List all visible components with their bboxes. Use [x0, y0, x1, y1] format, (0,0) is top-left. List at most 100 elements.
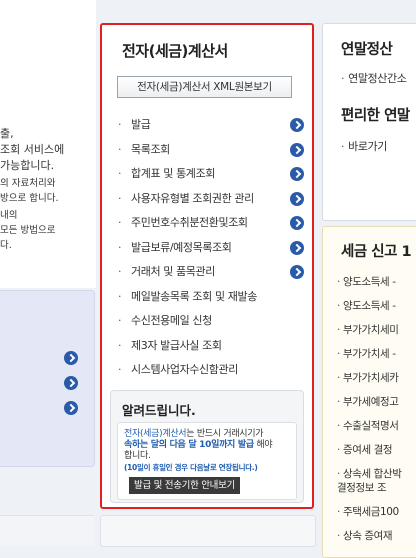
tax-report-item-label: 상속세 합산박 결정정보 조: [337, 468, 402, 494]
menu-item-receive-only-mail[interactable]: · 수신전용메일 신청: [116, 313, 306, 338]
menu-item-label: 제3자 발급사실 조회: [131, 338, 222, 352]
shortcut-link[interactable]: · 바로가기: [341, 138, 387, 154]
notice-text-highlight: 전자(세금)계산서: [124, 429, 187, 439]
tax-report-item[interactable]: · 주택세금100: [337, 505, 416, 529]
arrow-right-icon[interactable]: [290, 240, 304, 255]
menu-item-label: 주민번호수취분전환및조회: [131, 216, 248, 229]
bullet-icon: ·: [337, 396, 340, 408]
bullet-icon: ·: [118, 338, 122, 352]
left-text-line: 출,: [0, 127, 14, 140]
notice-text: 전자(세금)계산서는 반드시 거래시기가 속하는 달의 다음 달 10일까지 발…: [124, 429, 294, 462]
tax-report-item-label: 부가가치세카: [342, 372, 399, 384]
bullet-icon: ·: [118, 191, 122, 205]
menu-item-list-search[interactable]: · 목록조회: [116, 142, 306, 167]
year-end-card: 연말정산 · 연말정산간소 편리한 연말 · 바로가기: [322, 23, 416, 221]
xml-original-view-button[interactable]: 전자(세금)계산서 XML원본보기: [117, 76, 292, 98]
notice-title: 알려드립니다.: [122, 403, 196, 418]
menu-item-label: 시스템사업자수신함관리: [131, 363, 238, 376]
bullet-icon: ·: [337, 276, 340, 288]
tax-report-item[interactable]: · 수출실적명서: [337, 419, 416, 443]
bullet-icon: ·: [337, 420, 340, 432]
menu-item-label: 거래처 및 품목관리: [131, 265, 215, 278]
menu-item-user-permissions[interactable]: · 사용자유형별 조회권한 관리: [116, 191, 306, 216]
left-text-line: 내의: [0, 210, 18, 221]
arrow-right-icon[interactable]: [64, 401, 78, 415]
notice-box: 알려드립니다. 전자(세금)계산서는 반드시 거래시기가 속하는 달의 다음 달…: [110, 390, 304, 503]
menu-item-label: 목록조회: [131, 142, 170, 156]
bullet-icon: ·: [337, 468, 340, 480]
notice-text-highlight: 속하는 달의 다음 달 10일까지 발급: [124, 440, 254, 450]
tax-report-list: · 양도소득세 - · 양도소득세 - · 부가가치세미 · 부가가치세 - · 부가가치…: [337, 275, 416, 553]
arrow-right-icon[interactable]: [290, 167, 304, 181]
left-text-line: 다.: [0, 240, 12, 251]
arrow-right-icon[interactable]: [290, 118, 304, 132]
menu-item-third-party-issue[interactable]: · 제3자 발급사실 조회: [116, 338, 306, 363]
tax-report-item-label: 증여세 결정: [342, 444, 393, 456]
notice-content: 전자(세금)계산서는 반드시 거래시기가 속하는 달의 다음 달 10일까지 발…: [117, 422, 297, 500]
arrow-right-icon[interactable]: [290, 265, 304, 279]
left-description-1: 출, 조회 서비스에 가능합니다.: [0, 126, 96, 174]
tax-report-item-label: 양도소득세 -: [342, 276, 396, 288]
tax-report-item[interactable]: · 양도소득세 -: [337, 275, 416, 299]
menu-item-issue[interactable]: · 발급: [116, 117, 306, 142]
year-end-link[interactable]: · 연말정산간소: [341, 70, 407, 86]
left-text-line: 가능합니다.: [0, 159, 55, 172]
year-end-title: 연말정산: [341, 42, 393, 58]
menu-item-summary-stats[interactable]: · 합계표 및 통계조회: [116, 166, 306, 191]
tax-report-title: 세금 신고 1: [341, 244, 412, 260]
bullet-icon: ·: [337, 348, 340, 360]
notice-text-normal: 합니다.: [124, 451, 151, 461]
bullet-icon: ·: [118, 167, 122, 180]
menu-item-label: 사용자유형별 조회권한 관리: [131, 191, 254, 205]
left-text-line: 의 자료처리와: [0, 178, 56, 189]
arrow-right-icon[interactable]: [290, 142, 304, 157]
bullet-icon: ·: [337, 300, 340, 312]
bullet-icon: ·: [337, 530, 340, 542]
notice-text-normal: 해야: [253, 440, 273, 450]
bullet-icon: ·: [118, 118, 122, 131]
tax-report-item-label: 부가가치세 -: [342, 348, 396, 360]
tax-report-item[interactable]: · 부가가치세미: [337, 323, 416, 347]
left-text-line: 조회 서비스에: [0, 143, 65, 156]
bullet-icon: ·: [118, 363, 122, 376]
tax-report-item[interactable]: · 증여세 결정: [337, 443, 416, 467]
tax-report-item[interactable]: · 양도소득세 -: [337, 299, 416, 323]
issue-deadline-guide-button[interactable]: 발급 및 전송기한 안내보기: [129, 477, 240, 494]
notice-subtext: (10일이 휴일인 경우 다음날로 연장됩니다.): [124, 463, 258, 472]
tax-report-item[interactable]: · 상속세 합산박 결정정보 조: [337, 467, 416, 505]
tax-report-item[interactable]: · 부가가치세카: [337, 371, 416, 395]
arrow-right-icon[interactable]: [290, 191, 304, 206]
menu-item-partners-items[interactable]: · 거래처 및 품목관리: [116, 264, 306, 289]
bullet-icon: ·: [118, 216, 122, 229]
tax-report-item-label: 주택세금100: [342, 506, 399, 518]
tax-report-card: 세금 신고 1 · 양도소득세 - · 양도소득세 - · 부가가치세미 · 부가가치세…: [322, 226, 416, 558]
menu-item-resident-number-conversion[interactable]: · 주민번호수취분전환및조회: [116, 215, 306, 240]
arrow-right-icon[interactable]: [64, 376, 78, 390]
menu-item-mail-resend[interactable]: · 메일발송목록 조회 및 재발송: [116, 289, 306, 314]
bullet-icon: ·: [341, 140, 345, 153]
tax-report-item-label: 부가세예정고: [342, 396, 399, 408]
arrow-right-icon[interactable]: [64, 351, 78, 365]
arrow-right-icon[interactable]: [290, 216, 304, 230]
einvoice-title: 전자(세금)계산서: [122, 42, 228, 60]
tax-report-item-label: 양도소득세 -: [342, 300, 396, 312]
bullet-icon: ·: [118, 142, 122, 156]
einvoice-menu: · 발급 · 목록조회 · 합계표 및 통계조회 · 사용자유형별 조회권한 관리 · 주…: [116, 117, 306, 387]
tax-report-item[interactable]: · 부가가치세 -: [337, 347, 416, 371]
menu-item-pending-list[interactable]: · 발급보류/예정목록조회: [116, 240, 306, 265]
bullet-icon: ·: [118, 265, 122, 278]
bullet-icon: ·: [118, 289, 122, 303]
bullet-icon: ·: [118, 314, 122, 327]
einvoice-card: 전자(세금)계산서 전자(세금)계산서 XML원본보기 · 발급 · 목록조회 · 합…: [100, 23, 314, 509]
menu-item-label: 발급보류/예정목록조회: [131, 240, 232, 254]
below-card-panel: [100, 515, 316, 547]
tax-report-item-label: 부가가치세미: [342, 324, 399, 336]
menu-item-label: 합계표 및 통계조회: [131, 167, 215, 180]
tax-report-item-label: 상속 증여재: [342, 530, 393, 542]
left-text-line: 방으로 합니다.: [0, 193, 59, 204]
menu-item-system-inbox[interactable]: · 시스템사업자수신함관리: [116, 362, 306, 387]
menu-item-label: 수신전용메일 신청: [131, 314, 212, 327]
bullet-icon: ·: [337, 444, 340, 456]
tax-report-item[interactable]: · 부가세예정고: [337, 395, 416, 419]
tax-report-item-label: 수출실적명서: [342, 420, 399, 432]
